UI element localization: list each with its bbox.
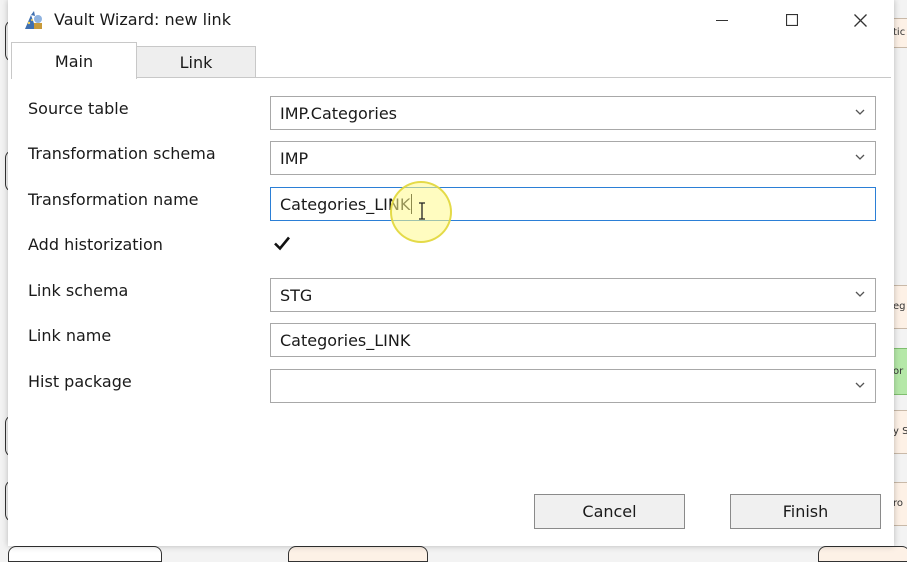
source-table-combobox[interactable]: IMP.Categories <box>270 96 876 130</box>
cancel-button-label: Cancel <box>582 502 637 521</box>
transformation-name-value: Categories_LINK <box>280 194 411 214</box>
transformation-schema-value: IMP <box>280 148 309 168</box>
link-name-input[interactable]: Categories_LINK <box>270 323 876 357</box>
link-name-label: Link name <box>28 326 112 345</box>
cancel-button[interactable]: Cancel <box>534 494 685 529</box>
wizard-app-icon <box>25 11 42 29</box>
add-historization-label: Add historization <box>28 235 163 254</box>
link-schema-label: Link schema <box>28 281 129 300</box>
finish-button-label: Finish <box>782 502 829 521</box>
finish-button[interactable]: Finish <box>730 494 881 529</box>
chevron-down-icon <box>855 154 865 160</box>
add-historization-checkbox[interactable] <box>272 233 292 253</box>
transformation-schema-combobox[interactable]: IMP <box>270 141 876 175</box>
chevron-down-icon <box>855 382 865 388</box>
title-bar[interactable]: Vault Wizard: new link <box>8 0 894 40</box>
minimize-button[interactable] <box>692 0 752 40</box>
chevron-down-icon <box>855 291 865 297</box>
minimize-icon <box>716 20 728 21</box>
tab-link-label: Link <box>179 52 213 72</box>
source-table-value: IMP.Categories <box>280 103 398 123</box>
vault-wizard-dialog: Vault Wizard: new link Link Main Source … <box>8 0 894 546</box>
transformation-name-label: Transformation name <box>28 190 199 209</box>
hist-package-label: Hist package <box>28 372 132 391</box>
close-button[interactable] <box>830 0 890 40</box>
maximize-icon <box>786 14 798 26</box>
tab-main[interactable]: Main <box>11 42 137 79</box>
source-table-label: Source table <box>28 99 129 118</box>
link-schema-combobox[interactable]: STG <box>270 278 876 312</box>
transformation-schema-label: Transformation schema <box>28 144 216 163</box>
text-caret <box>411 194 413 214</box>
chevron-down-icon <box>855 109 865 115</box>
window-title: Vault Wizard: new link <box>54 10 231 29</box>
checkmark-icon <box>274 236 291 251</box>
background-node-bottom <box>818 546 907 562</box>
background-node-bottom <box>8 546 162 562</box>
close-icon <box>853 13 867 27</box>
maximize-button[interactable] <box>762 0 822 40</box>
link-schema-value: STG <box>280 285 313 305</box>
tab-main-label: Main <box>54 51 94 71</box>
background-node-bottom <box>288 546 428 562</box>
hist-package-combobox[interactable] <box>270 369 876 403</box>
tab-link[interactable]: Link <box>136 46 256 78</box>
transformation-name-input[interactable]: Categories_LINK <box>270 187 876 221</box>
link-name-value: Categories_LINK <box>280 330 411 350</box>
